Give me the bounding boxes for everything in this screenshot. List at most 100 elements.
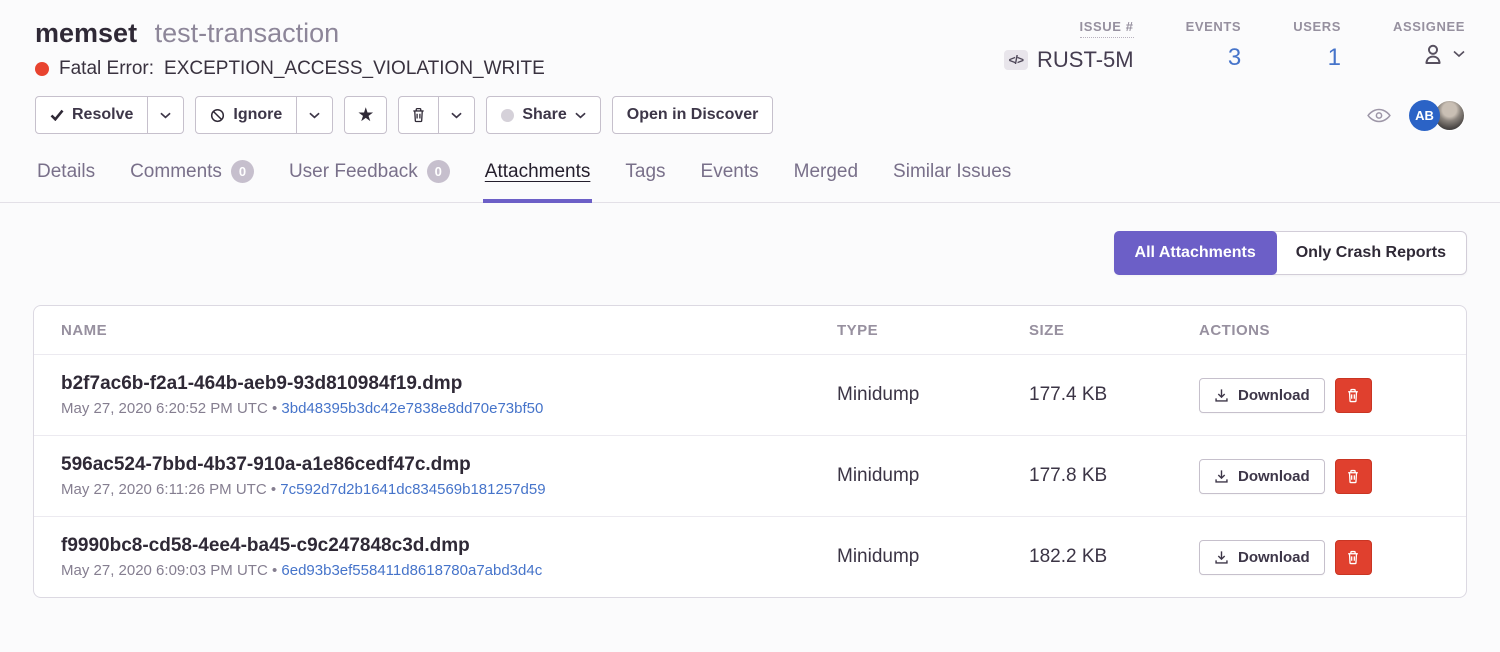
- trash-icon: [1346, 469, 1360, 484]
- attachment-size: 177.8 KB: [1029, 465, 1199, 487]
- table-row: f9990bc8-cd58-4ee4-ba45-c9c247848c3d.dmp…: [34, 516, 1466, 597]
- filter-only-crash-reports-button[interactable]: Only Crash Reports: [1276, 232, 1466, 274]
- attachment-file-name: f9990bc8-cd58-4ee4-ba45-c9c247848c3d.dmp: [61, 535, 837, 557]
- delete-attachment-button[interactable]: [1335, 378, 1372, 413]
- assignee-dropdown[interactable]: [1393, 42, 1465, 66]
- tab-comments[interactable]: Comments0: [128, 148, 256, 203]
- share-status-dot: [501, 109, 514, 122]
- share-button-group: Share: [486, 96, 600, 134]
- star-button[interactable]: ★: [345, 97, 386, 133]
- tab-similar-issues[interactable]: Similar Issues: [891, 148, 1013, 203]
- download-icon: [1214, 469, 1229, 484]
- stat-events: EVENTS 3: [1186, 18, 1242, 80]
- avatar[interactable]: AB: [1409, 100, 1440, 131]
- participant-avatars: AB: [1409, 100, 1465, 131]
- bookmark-button-group: ★: [344, 96, 387, 134]
- tab-user-feedback[interactable]: User Feedback0: [287, 148, 452, 203]
- column-header-size: Size: [1029, 322, 1199, 339]
- open-in-discover-button[interactable]: Open in Discover: [613, 97, 773, 133]
- assignee-label: ASSIGNEE: [1393, 19, 1465, 34]
- delete-attachment-button[interactable]: [1335, 459, 1372, 494]
- table-header-row: Name Type Size Actions: [34, 306, 1466, 354]
- ban-icon: [210, 108, 225, 123]
- attachment-date: May 27, 2020 6:09:03 PM UTC: [61, 562, 268, 579]
- attachment-type: Minidump: [837, 465, 1029, 487]
- download-button[interactable]: Download: [1199, 459, 1325, 494]
- issue-header: memset test-transaction Fatal Error: EXC…: [0, 0, 1500, 80]
- attachment-date: May 27, 2020 6:11:26 PM UTC: [61, 481, 267, 498]
- trash-icon: [1346, 550, 1360, 565]
- comments-count-badge: 0: [231, 160, 254, 183]
- users-label: USERS: [1293, 19, 1341, 34]
- issue-tabs: Details Comments0 User Feedback0 Attachm…: [0, 148, 1500, 203]
- attachment-file-name: b2f7ac6b-f2a1-464b-aeb9-93d810984f19.dmp: [61, 373, 837, 395]
- issue-subtitle: test-transaction: [155, 18, 340, 48]
- delete-attachment-button[interactable]: [1335, 540, 1372, 575]
- ignore-dropdown-button[interactable]: [296, 97, 332, 133]
- attachment-type: Minidump: [837, 546, 1029, 568]
- users-count[interactable]: 1: [1293, 44, 1341, 72]
- events-count[interactable]: 3: [1186, 44, 1242, 72]
- column-header-name: Name: [61, 322, 837, 339]
- action-toolbar: Resolve Ignore ★: [0, 96, 1500, 134]
- chevron-down-icon: [1453, 50, 1465, 58]
- download-icon: [1214, 550, 1229, 565]
- error-message: EXCEPTION_ACCESS_VIOLATION_WRITE: [164, 58, 545, 80]
- tab-events[interactable]: Events: [699, 148, 761, 203]
- column-header-type: Type: [837, 322, 1029, 339]
- trash-icon: [411, 107, 426, 123]
- error-level-dot: [35, 62, 49, 76]
- delete-dropdown-button[interactable]: [438, 97, 474, 133]
- event-id-link[interactable]: 6ed93b3ef558411d8618780a7abd3d4c: [281, 562, 542, 579]
- issue-title: memset: [35, 18, 137, 48]
- tab-tags[interactable]: Tags: [623, 148, 667, 203]
- resolve-dropdown-button[interactable]: [147, 97, 183, 133]
- attachment-size: 182.2 KB: [1029, 546, 1199, 568]
- trash-icon: [1346, 388, 1360, 403]
- stat-assignee: ASSIGNEE: [1393, 18, 1465, 80]
- filter-segmented-control: All Attachments Only Crash Reports: [1114, 231, 1467, 275]
- chevron-down-icon: [160, 112, 171, 119]
- chevron-down-icon: [451, 112, 462, 119]
- tab-attachments[interactable]: Attachments: [483, 148, 593, 203]
- resolve-button-group: Resolve: [35, 96, 184, 134]
- discover-button-group: Open in Discover: [612, 96, 774, 134]
- feedback-count-badge: 0: [427, 160, 450, 183]
- issue-number-label: ISSUE #: [1080, 19, 1134, 38]
- issue-stats: ISSUE # </> RUST-5M EVENTS 3 USERS 1 ASS…: [1004, 16, 1465, 80]
- column-header-actions: Actions: [1199, 322, 1439, 339]
- delete-button[interactable]: [399, 97, 438, 133]
- filter-all-attachments-button[interactable]: All Attachments: [1114, 231, 1277, 275]
- table-row: b2f7ac6b-f2a1-464b-aeb9-93d810984f19.dmp…: [34, 354, 1466, 435]
- check-icon: [50, 109, 64, 121]
- ignore-button[interactable]: Ignore: [196, 97, 296, 133]
- event-id-link[interactable]: 3bd48395b3dc42e7838e8dd70e73bf50: [281, 400, 543, 417]
- star-icon: ★: [357, 106, 374, 125]
- tab-details[interactable]: Details: [35, 148, 97, 203]
- download-icon: [1214, 388, 1229, 403]
- chevron-down-icon: [309, 112, 320, 119]
- share-button[interactable]: Share: [487, 97, 599, 133]
- download-button[interactable]: Download: [1199, 540, 1325, 575]
- resolve-button[interactable]: Resolve: [36, 97, 147, 133]
- stat-users: USERS 1: [1293, 18, 1341, 80]
- event-id-link[interactable]: 7c592d7d2b1641dc834569b181257d59: [280, 481, 545, 498]
- tab-merged[interactable]: Merged: [792, 148, 860, 203]
- events-label: EVENTS: [1186, 19, 1242, 34]
- ignore-button-group: Ignore: [195, 96, 333, 134]
- issue-short-id: RUST-5M: [1037, 47, 1134, 73]
- error-level-label: Fatal Error:: [59, 58, 154, 80]
- person-icon: [1421, 42, 1445, 66]
- chevron-down-icon: [575, 112, 586, 119]
- download-button[interactable]: Download: [1199, 378, 1325, 413]
- attachment-type: Minidump: [837, 384, 1029, 406]
- attachment-date: May 27, 2020 6:20:52 PM UTC: [61, 400, 268, 417]
- subscribe-eye-icon[interactable]: [1367, 108, 1391, 123]
- attachments-table: Name Type Size Actions b2f7ac6b-f2a1-464…: [33, 305, 1467, 598]
- stat-issue: ISSUE # </> RUST-5M: [1004, 18, 1134, 80]
- attachments-filter: All Attachments Only Crash Reports: [33, 231, 1467, 275]
- delete-button-group: [398, 96, 475, 134]
- attachment-size: 177.4 KB: [1029, 384, 1199, 406]
- code-icon: </>: [1004, 50, 1028, 70]
- table-row: 596ac524-7bbd-4b37-910a-a1e86cedf47c.dmp…: [34, 435, 1466, 516]
